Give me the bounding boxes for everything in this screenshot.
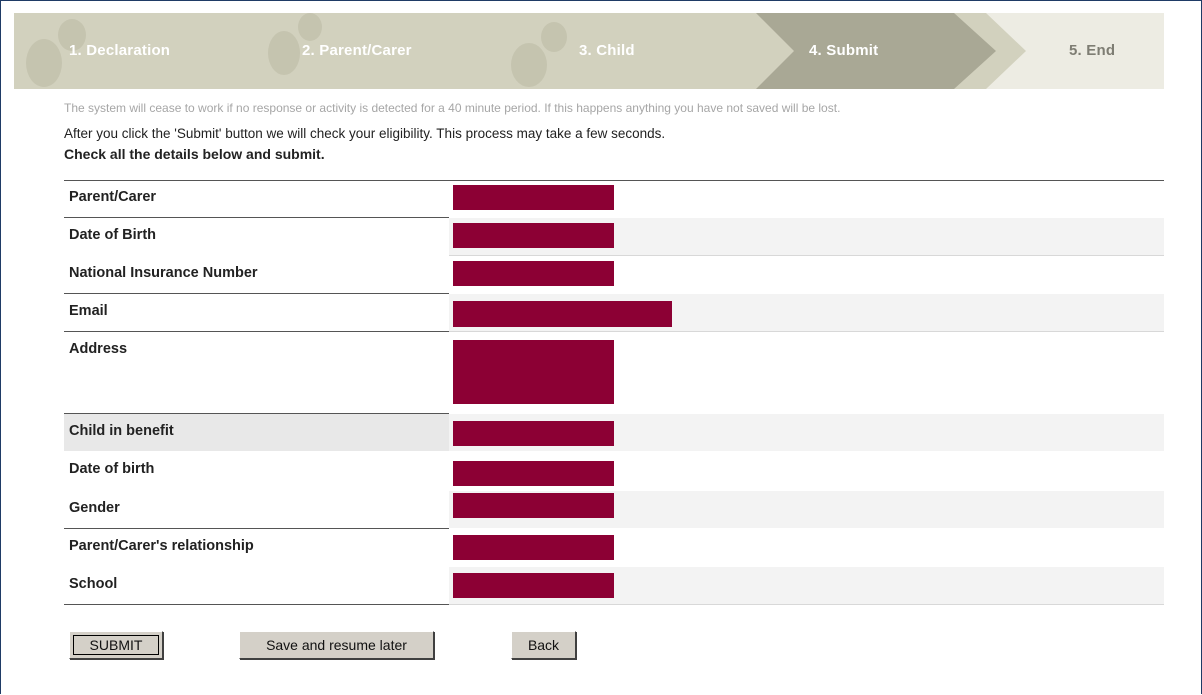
redacted-value [453, 340, 614, 404]
redacted-value [453, 535, 614, 560]
step-declaration: 1. Declaration [69, 42, 171, 59]
redacted-value [453, 421, 614, 446]
row-label: Parent/Carer's relationship [69, 538, 254, 554]
row-label: National Insurance Number [69, 265, 258, 281]
timeout-notice: The system will cease to work if no resp… [64, 101, 841, 115]
row-label: School [69, 576, 118, 592]
redacted-value [453, 301, 672, 327]
row-label: Date of Birth [69, 227, 156, 243]
row-label: Child in benefit [69, 423, 174, 439]
divider [64, 604, 449, 605]
progress-steps: 1. Declaration 2. Parent/Carer 3. Child … [14, 13, 1164, 89]
back-button[interactable]: Back [511, 631, 576, 659]
redacted-value [453, 461, 614, 486]
instruction-heading: Check all the details below and submit. [64, 146, 325, 162]
row-label: Date of birth [69, 461, 155, 477]
redacted-value [453, 223, 614, 248]
row-date-of-birth: Date of Birth [64, 218, 1164, 255]
row-address: Address [64, 332, 1164, 412]
step-child: 3. Child [579, 42, 635, 59]
save-resume-later-button[interactable]: Save and resume later [239, 631, 434, 659]
row-email: Email [64, 294, 1164, 331]
eligibility-info: After you click the 'Submit' button we w… [64, 126, 666, 141]
row-gender: Gender [64, 491, 1164, 528]
window-frame: 1. Declaration 2. Parent/Carer 3. Child … [0, 0, 1202, 694]
redacted-value [453, 493, 614, 518]
row-national-insurance: National Insurance Number [64, 256, 1164, 293]
step-parent-carer: 2. Parent/Carer [302, 42, 412, 59]
submit-button[interactable]: SUBMIT [69, 631, 163, 659]
redacted-value [453, 261, 614, 286]
row-parent-carer: Parent/Carer [64, 180, 1164, 217]
step-submit: 4. Submit [809, 42, 879, 59]
row-relationship: Parent/Carer's relationship [64, 529, 1164, 566]
redacted-value [453, 573, 614, 598]
row-label: Email [69, 303, 108, 319]
row-label: Gender [69, 500, 120, 516]
row-school: School [64, 567, 1164, 604]
row-child-date-of-birth: Date of birth [64, 452, 1164, 489]
redacted-value [453, 185, 614, 210]
step-end: 5. End [1069, 42, 1116, 59]
divider-light [449, 604, 1164, 605]
row-child-in-benefit: Child in benefit [64, 414, 1164, 451]
row-label: Address [69, 341, 128, 357]
row-label: Parent/Carer [69, 189, 157, 205]
